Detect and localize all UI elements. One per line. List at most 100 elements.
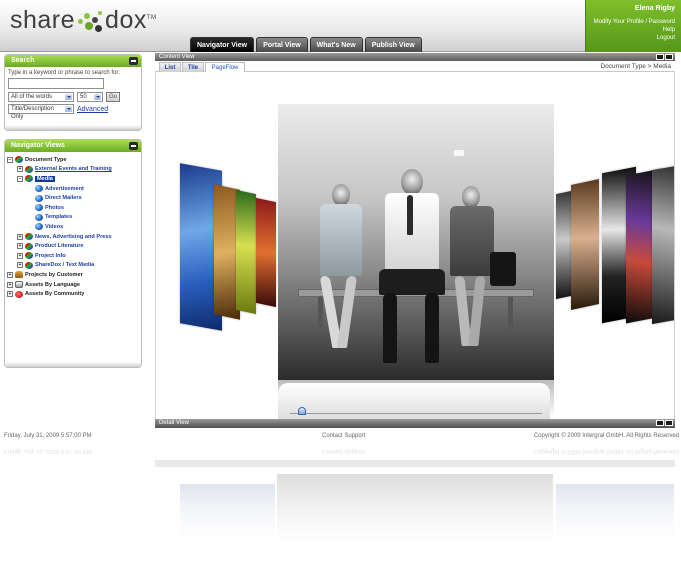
slider-thumb[interactable] (297, 407, 306, 415)
collapse-icon[interactable]: − (7, 156, 13, 163)
user-name: Elena Rigby (634, 5, 675, 12)
navigator-panel-title: Navigator Views (11, 142, 65, 149)
expand-icon[interactable]: + (17, 262, 23, 269)
collapse-icon[interactable] (129, 57, 138, 65)
tree-node[interactable]: + Projects by Customer (7, 270, 139, 280)
flow-image-right-2[interactable] (571, 179, 599, 310)
tree-node[interactable]: − Media (7, 174, 139, 184)
flow-image-left-4[interactable] (256, 197, 276, 308)
globe-icon (35, 185, 43, 193)
tree-node[interactable]: + Assets By Language (7, 280, 139, 290)
search-input[interactable] (8, 78, 104, 89)
modify-profile-link[interactable]: Modify Your Profile / Password (592, 18, 675, 26)
scope-value: Title/Description Only (11, 106, 54, 120)
folder-icon (25, 233, 33, 241)
tab-whats-new[interactable]: What's New (309, 37, 363, 52)
tree-node-label: Videos (45, 223, 64, 230)
content-view-bar: Content View (155, 53, 675, 61)
tab-navigator-view[interactable]: Navigator View (190, 37, 255, 52)
logout-link[interactable]: Logout (592, 34, 675, 42)
search-panel-title: Search (11, 57, 35, 64)
expand-icon[interactable]: + (17, 166, 23, 173)
tree-node[interactable]: Advertisement (7, 184, 139, 194)
logo-text-share: share (10, 6, 76, 34)
tree-node-label: Document Type (25, 156, 67, 163)
tab-publish-view[interactable]: Publish View (364, 37, 422, 52)
go-button[interactable]: Go (106, 92, 121, 102)
expand-icon[interactable]: + (17, 252, 23, 259)
tree-node-label: Projects by Customer (25, 271, 83, 278)
maximize-icon[interactable] (665, 54, 673, 60)
lang-icon (15, 281, 23, 289)
help-link[interactable]: Help (592, 26, 675, 34)
expand-icon[interactable]: + (7, 271, 13, 278)
folder-icon (25, 242, 33, 250)
search-panel: Search Type in a keyword or phrase to se… (4, 54, 142, 131)
tree-node[interactable]: + External Events and Training (7, 165, 139, 175)
tree-node[interactable]: Direct Mailers (7, 193, 139, 203)
tree-node-label: Advertisement (45, 185, 84, 192)
reflection-fade (0, 444, 681, 568)
search-panel-header: Search (5, 55, 141, 67)
pageflow-slider[interactable] (290, 407, 542, 415)
view-tabs: List Tile PageFlow (155, 62, 675, 72)
footer: Friday, July 31, 2009 5:57:00 PM Contact… (0, 430, 681, 444)
minimize-icon[interactable] (656, 420, 664, 426)
tree-node-label: Project Info (35, 252, 66, 259)
tree-node-label: External Events and Training (35, 166, 112, 173)
tab-list[interactable]: List (159, 62, 181, 72)
tree-node-label: Direct Mailers (45, 195, 82, 202)
tab-tile[interactable]: Tile (182, 62, 204, 72)
collapse-icon[interactable]: − (17, 175, 23, 182)
breadcrumb: Document Type > Media (600, 63, 671, 70)
minimize-icon[interactable] (656, 54, 664, 60)
match-mode-select[interactable]: All of the words (8, 92, 74, 102)
detail-view-title: Detail View (159, 420, 189, 426)
pageflow-stage (155, 72, 675, 419)
tree-node[interactable]: − Document Type (7, 155, 139, 165)
globe-icon (35, 223, 43, 231)
chevron-down-icon (65, 106, 72, 112)
contact-support-link[interactable]: Contact Support (322, 433, 365, 439)
expand-icon[interactable]: + (7, 291, 13, 298)
page-size-select[interactable]: 50 (77, 92, 103, 102)
tree-node[interactable]: + Project Info (7, 251, 139, 261)
navigator-panel: Navigator Views − Document Type + External … (4, 139, 142, 368)
flow-image-left-3[interactable] (236, 189, 256, 315)
tree-node[interactable]: Videos (7, 222, 139, 232)
tree-node[interactable]: Photos (7, 203, 139, 213)
navigator-tree: − Document Type + External Events and Train… (5, 152, 141, 302)
match-mode-value: All of the words (11, 94, 53, 100)
folder-icon (25, 252, 33, 260)
tree-node[interactable]: + News, Advertising and Press (7, 232, 139, 242)
tab-pageflow[interactable]: PageFlow (205, 62, 245, 72)
collapse-icon[interactable] (129, 142, 138, 150)
panel-footer (5, 125, 141, 130)
tree-node-label: Media (35, 175, 55, 182)
tree-node[interactable]: + Assets By Community (7, 289, 139, 299)
detail-view-bar: Detail View (155, 419, 675, 428)
sharedox-logo[interactable]: share doxTM (10, 6, 157, 35)
scope-select[interactable]: Title/Description Only (8, 104, 74, 120)
advanced-search-link[interactable]: Advanced (77, 106, 108, 113)
people-icon (15, 271, 23, 279)
expand-icon[interactable]: + (17, 233, 23, 240)
logo-text-dox: dox (105, 6, 147, 34)
tree-node[interactable]: Templates (7, 213, 139, 223)
flow-image-right-5[interactable] (652, 165, 674, 325)
folder-icon (25, 175, 33, 183)
maximize-icon[interactable] (665, 420, 673, 426)
tree-node-label: Photos (45, 204, 64, 211)
expand-icon[interactable]: + (7, 281, 13, 288)
chevron-down-icon (94, 94, 101, 100)
tree-node-label: Assets By Community (25, 291, 85, 298)
featured-photo[interactable] (278, 104, 554, 380)
tab-portal-view[interactable]: Portal View (256, 37, 308, 52)
chevron-down-icon (65, 94, 72, 100)
tree-node[interactable]: + ShareDox / Text Media (7, 261, 139, 271)
tree-node[interactable]: + Product Literature (7, 241, 139, 251)
folder-icon (25, 165, 33, 173)
navigator-panel-header: Navigator Views (5, 140, 141, 152)
expand-icon[interactable]: + (17, 243, 23, 250)
footer-copyright: Copyright © 2009 Intergral GmbH. All Rig… (533, 433, 679, 439)
